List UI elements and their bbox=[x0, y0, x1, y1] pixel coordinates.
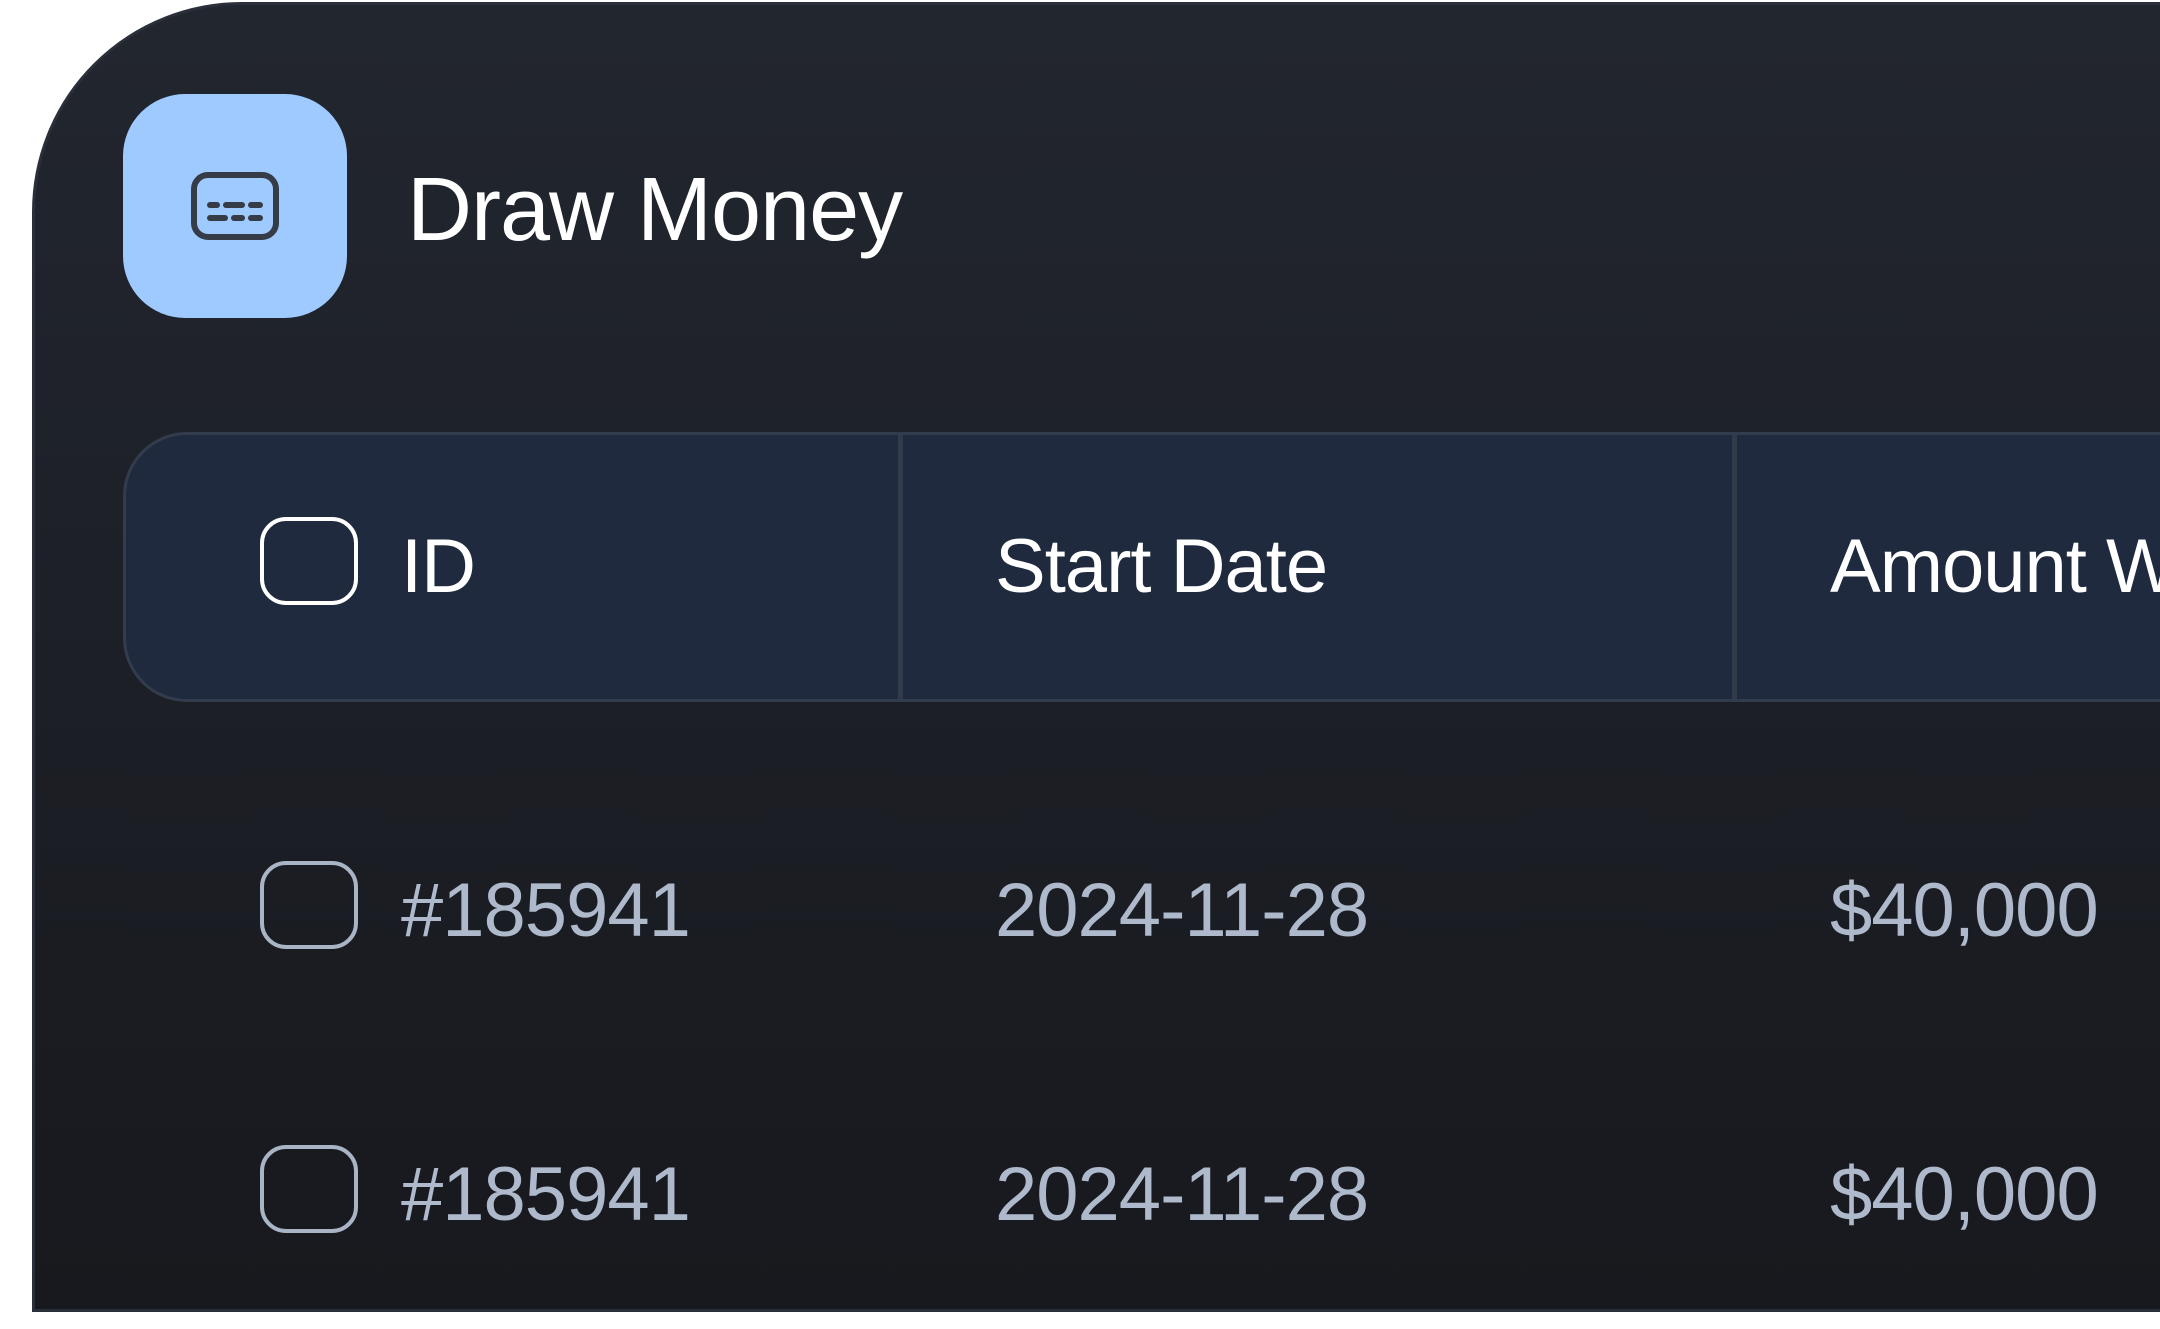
draw-money-card: Draw Money ID Start Date Amount W #18594… bbox=[32, 2, 2160, 1312]
page-title: Draw Money bbox=[407, 160, 903, 260]
row-amount: $40,000 bbox=[1830, 868, 2099, 953]
row-amount: $40,000 bbox=[1830, 1152, 2099, 1237]
row-checkbox[interactable] bbox=[260, 1145, 358, 1233]
column-header-start-date[interactable]: Start Date bbox=[995, 522, 1328, 612]
select-all-checkbox[interactable] bbox=[260, 517, 358, 605]
column-header-amount[interactable]: Amount W bbox=[1830, 522, 2160, 612]
column-divider[interactable] bbox=[898, 435, 903, 699]
row-id: #185941 bbox=[401, 868, 691, 953]
row-start-date: 2024-11-28 bbox=[995, 1152, 1369, 1237]
column-divider[interactable] bbox=[1732, 435, 1737, 699]
row-start-date: 2024-11-28 bbox=[995, 868, 1369, 953]
row-checkbox[interactable] bbox=[260, 861, 358, 949]
column-header-id[interactable]: ID bbox=[401, 522, 476, 612]
row-id: #185941 bbox=[401, 1152, 691, 1237]
keyboard-icon bbox=[123, 94, 347, 318]
